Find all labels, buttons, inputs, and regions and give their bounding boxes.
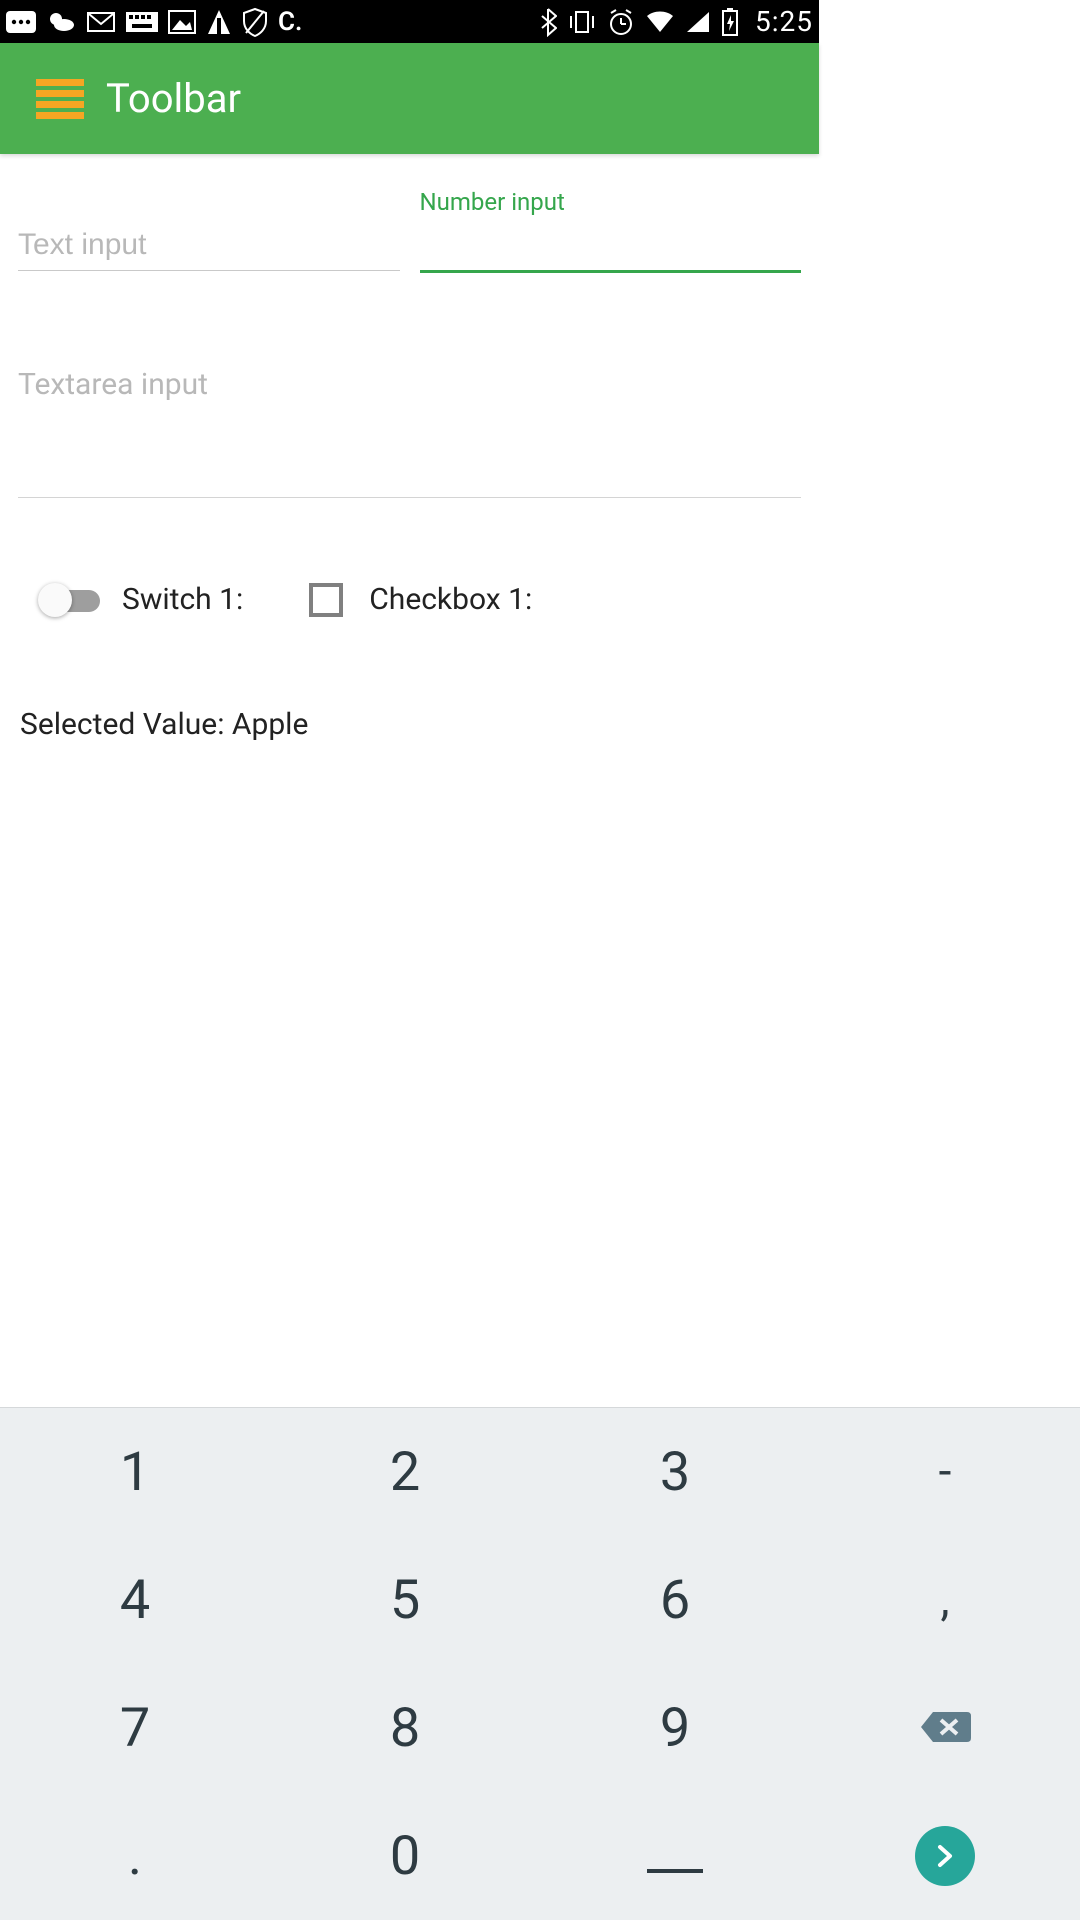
- letter-c-icon: C.: [278, 7, 302, 37]
- textarea-input[interactable]: [18, 363, 801, 498]
- selected-value-text: Selected Value: Apple: [18, 707, 801, 742]
- mail-icon: [86, 10, 116, 34]
- weather-icon: [46, 9, 76, 35]
- battery-charging-icon: [721, 7, 739, 37]
- key-5[interactable]: 5: [270, 1536, 540, 1664]
- number-input-label: Number input: [420, 188, 565, 216]
- key-1[interactable]: 1: [0, 1408, 270, 1536]
- key-go[interactable]: [810, 1792, 1080, 1920]
- switch-label: Switch 1:: [122, 582, 243, 617]
- checkbox-label: Checkbox 1:: [369, 582, 532, 617]
- key-9[interactable]: 9: [540, 1664, 810, 1792]
- toolbar-title: Toolbar: [106, 75, 241, 122]
- switch-wrap: Switch 1:: [38, 582, 243, 617]
- app-icon: [206, 8, 232, 36]
- key-6[interactable]: 6: [540, 1536, 810, 1664]
- text-input-field: [18, 194, 400, 273]
- key-dot[interactable]: .: [0, 1792, 270, 1920]
- key-3[interactable]: 3: [540, 1408, 810, 1536]
- alarm-icon: [607, 8, 635, 36]
- wifi-icon: [645, 10, 675, 34]
- checkbox-wrap: Checkbox 1:: [309, 582, 532, 617]
- shield-icon: [242, 7, 268, 37]
- bluetooth-icon: [539, 7, 557, 37]
- app-toolbar: Toolbar: [0, 43, 819, 154]
- status-bar: C. 5:25: [0, 0, 819, 43]
- checkbox-1[interactable]: [309, 583, 343, 617]
- key-backspace[interactable]: [810, 1664, 1080, 1792]
- key-0[interactable]: 0: [270, 1792, 540, 1920]
- number-input-field: Number input: [420, 194, 802, 273]
- key-7[interactable]: 7: [0, 1664, 270, 1792]
- key-2[interactable]: 2: [270, 1408, 540, 1536]
- key-8[interactable]: 8: [270, 1664, 540, 1792]
- status-left: C.: [6, 7, 302, 37]
- numeric-keypad: 1 2 3 - 4 5 6 , 7 8 9 . 0: [0, 1407, 1080, 1920]
- switch-1[interactable]: [38, 585, 100, 615]
- key-underscore[interactable]: [540, 1792, 810, 1920]
- key-comma[interactable]: ,: [810, 1536, 1080, 1664]
- textarea-field: [18, 363, 801, 502]
- key-4[interactable]: 4: [0, 1536, 270, 1664]
- cell-signal-icon: [685, 10, 711, 34]
- status-right: 5:25: [539, 5, 813, 38]
- go-icon: [915, 1826, 975, 1886]
- hamburger-menu-icon[interactable]: [36, 79, 84, 119]
- number-input[interactable]: [420, 218, 802, 273]
- text-input[interactable]: [18, 218, 400, 271]
- image-icon: [168, 10, 196, 34]
- key-minus[interactable]: -: [810, 1408, 1080, 1536]
- more-icon: [6, 11, 36, 33]
- backspace-icon: [919, 1697, 971, 1760]
- clock-time: 5:25: [755, 5, 813, 38]
- form-content: Number input Switch 1: Checkbox 1: Selec…: [0, 154, 819, 742]
- keyboard-icon: [126, 12, 158, 32]
- vibrate-icon: [567, 9, 597, 35]
